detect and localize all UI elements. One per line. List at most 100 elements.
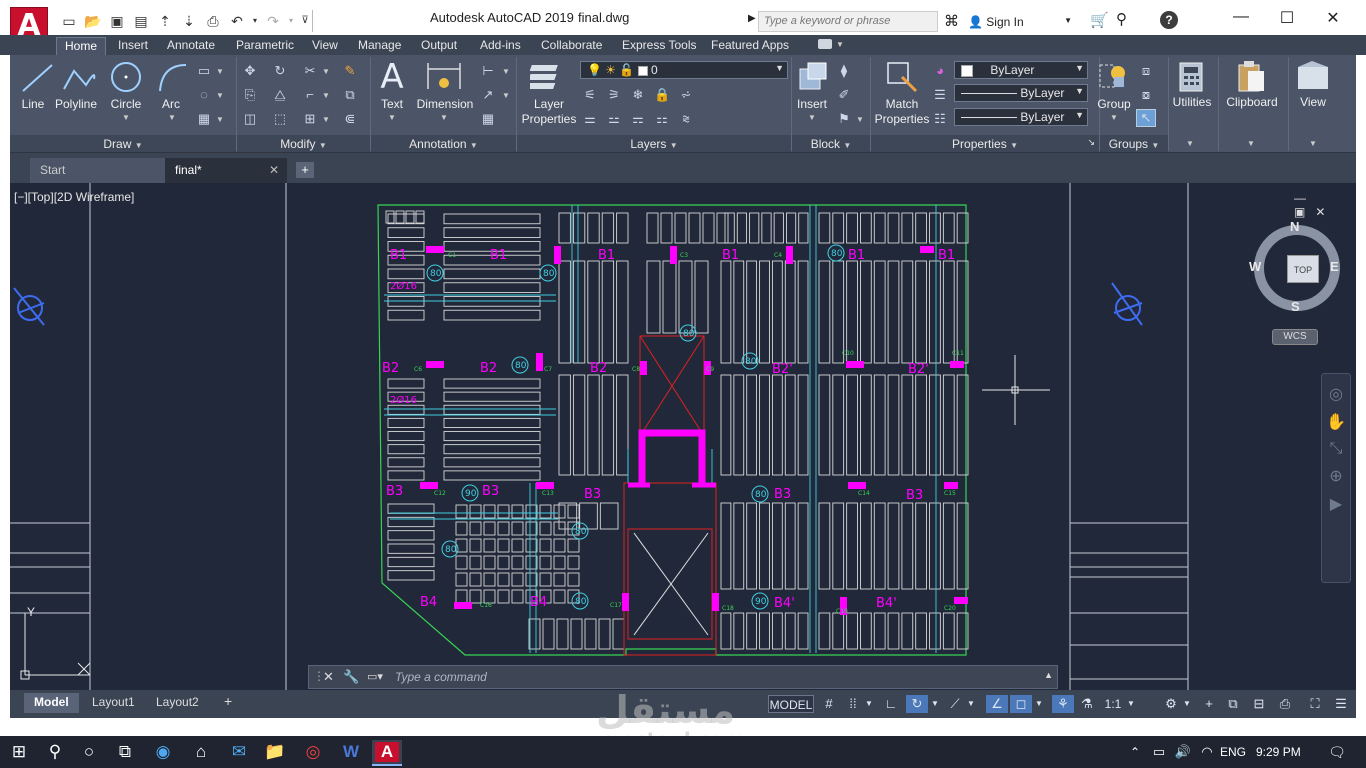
steering-wheel-icon[interactable]: ◎ (1322, 384, 1350, 404)
web-mobile-save-icon[interactable]: ⇣ (180, 12, 198, 30)
arc-tool-label[interactable]: Arc (158, 97, 184, 111)
clipboard-icon[interactable] (1236, 59, 1266, 93)
orbit-icon[interactable]: ⊕ (1322, 466, 1350, 486)
input-language[interactable]: ENG (1220, 745, 1246, 759)
gradient-icon[interactable]: ▦ (196, 111, 212, 127)
store-icon[interactable]: ⌂ (186, 740, 216, 764)
windows-start-icon[interactable]: ⊞ (4, 740, 34, 764)
command-input[interactable]: Type a command (395, 670, 487, 684)
linear-dim-icon[interactable]: ⊢ (480, 63, 496, 79)
text-dropdown-icon[interactable]: ▼ (388, 113, 396, 122)
offset-icon[interactable]: ⋐ (342, 111, 358, 127)
isodraft-icon[interactable]: ⟋ (946, 695, 964, 713)
gradient-dropdown-icon[interactable]: ▼ (216, 115, 224, 124)
hatch-icon[interactable]: ◌ (196, 87, 212, 103)
tab-featured-apps[interactable]: Featured Apps (703, 37, 797, 55)
view-label[interactable]: View (1296, 95, 1330, 109)
new-layout-icon[interactable]: + (214, 693, 242, 713)
edit-attributes-icon[interactable]: ⚑ (836, 111, 852, 127)
erase-icon[interactable]: ✎ (342, 63, 358, 79)
dimension-tool-label[interactable]: Dimension (414, 97, 476, 111)
tab-collaborate[interactable]: Collaborate (533, 37, 610, 55)
tab-view[interactable]: View (304, 37, 346, 55)
auto-scale-icon[interactable]: ⚗ (1078, 695, 1096, 713)
group-selection-icon[interactable]: ↖ (1136, 109, 1156, 127)
tab-insert[interactable]: Insert (110, 37, 156, 55)
mail-icon[interactable]: ✉ (224, 740, 254, 764)
copy-icon[interactable]: ⎘ (242, 87, 258, 103)
isodraft-dropdown-icon[interactable]: ▼ (966, 695, 976, 713)
layer-properties-icon[interactable] (530, 59, 566, 95)
viewcube-east[interactable]: E (1330, 259, 1339, 274)
quick-properties-icon[interactable]: ⊟ (1250, 695, 1268, 713)
tab-layout2[interactable]: Layout2 (146, 693, 209, 713)
viewcube-west[interactable]: W (1249, 259, 1261, 274)
match-properties-icon[interactable] (884, 59, 920, 95)
move-icon[interactable]: ✥ (242, 63, 258, 79)
tab-annotate[interactable]: Annotate (159, 37, 223, 55)
stretch-icon[interactable]: ◫ (242, 111, 258, 127)
explode-icon[interactable]: ⧉ (342, 87, 358, 103)
sign-in-button[interactable]: 👤 Sign In ▼ (968, 11, 1076, 32)
circle-icon[interactable] (108, 59, 144, 95)
polar-dropdown-icon[interactable]: ▼ (930, 695, 940, 713)
autocad-taskbar-icon[interactable]: A (375, 742, 399, 762)
lock-ui-icon[interactable]: ⎙ (1276, 695, 1294, 713)
polyline-tool-label[interactable]: Polyline (54, 97, 98, 111)
block-panel-label[interactable]: Block ▼ (792, 135, 870, 152)
group-dropdown-icon[interactable]: ▼ (1110, 113, 1118, 122)
layer-thaw-icon[interactable]: ⚎ (630, 111, 646, 127)
layer-freeze-icon[interactable]: ❄ (630, 87, 646, 103)
open-folder-icon[interactable]: 📂 (84, 12, 102, 30)
tab-start[interactable]: Start (30, 158, 165, 183)
scale-dropdown-icon[interactable]: ▼ (1126, 695, 1136, 713)
group-tool-label[interactable]: Group (1094, 97, 1134, 111)
tab-parametric[interactable]: Parametric (228, 37, 302, 55)
save-icon[interactable]: ▣ (108, 12, 126, 30)
ortho-icon[interactable]: ∟ (882, 695, 900, 713)
clock[interactable]: 9:29 PM (1256, 745, 1301, 759)
groups-panel-label[interactable]: Groups ▼ (1100, 135, 1168, 152)
insert-tool-label[interactable]: Insert (794, 97, 830, 111)
arc-dropdown-icon[interactable]: ▼ (168, 113, 176, 122)
search-input[interactable]: Type a keyword or phrase (758, 11, 938, 32)
web-mobile-open-icon[interactable]: ⇡ (156, 12, 174, 30)
ungroup-icon[interactable]: ⧈ (1138, 63, 1154, 79)
layer-lock-icon[interactable]: 🔒 (654, 87, 670, 103)
annotation-scale[interactable]: 1:1 (1100, 695, 1126, 713)
command-customize-icon[interactable]: 🔧 (343, 669, 359, 685)
utilities-icon[interactable] (1176, 61, 1206, 93)
group-icon[interactable] (1096, 59, 1132, 95)
units-icon[interactable]: ⧉ (1224, 695, 1242, 713)
close-icon[interactable]: ✕ (1310, 8, 1356, 30)
tab-model[interactable]: Model (24, 693, 79, 713)
leader-dropdown-icon[interactable]: ▼ (502, 91, 510, 100)
a360-icon[interactable]: ⚲ (1116, 10, 1127, 28)
tab-home[interactable]: Home (56, 37, 107, 55)
command-line[interactable]: ⋮ ✕ 🔧 ▭▾ Type a command ▲ (308, 665, 1058, 689)
polyline-icon[interactable] (60, 61, 100, 95)
command-close-icon[interactable]: ✕ (323, 669, 334, 685)
edge-icon[interactable]: ◉ (148, 740, 178, 764)
layer-properties-label-1[interactable]: Layer (520, 97, 578, 111)
save-as-icon[interactable]: ▤ (132, 12, 150, 30)
layers-panel-label[interactable]: Layers ▼ (517, 135, 791, 152)
workspace-gear-icon[interactable]: ⚙ (1162, 695, 1180, 713)
polar-tracking-icon[interactable]: ↻ (906, 695, 928, 713)
layer-unlock-icon[interactable]: ⚏ (654, 111, 670, 127)
wifi-icon[interactable]: ◠ (1192, 740, 1222, 764)
linetype-dropdown[interactable]: ByLayer ▼ (954, 108, 1088, 126)
undo-dropdown-icon[interactable]: ▾ (246, 12, 264, 30)
wcs-dropdown[interactable]: WCS (1272, 329, 1318, 345)
search-icon[interactable]: ⚲ (40, 740, 70, 764)
layer-match-icon[interactable]: ⩫ (678, 87, 694, 103)
viewcube-north[interactable]: N (1290, 219, 1299, 234)
customization-menu-icon[interactable]: ☰ (1332, 695, 1350, 713)
modify-panel-label[interactable]: Modify ▼ (237, 135, 370, 152)
lineweight-icon[interactable]: ☰ (932, 87, 948, 103)
annotation-visibility-icon[interactable]: ⚘ (1052, 695, 1074, 713)
word-icon[interactable]: W (336, 740, 366, 764)
tab-express-tools[interactable]: Express Tools (614, 37, 704, 55)
edit-attributes-dropdown-icon[interactable]: ▼ (856, 115, 864, 124)
dimension-icon[interactable] (424, 59, 464, 95)
